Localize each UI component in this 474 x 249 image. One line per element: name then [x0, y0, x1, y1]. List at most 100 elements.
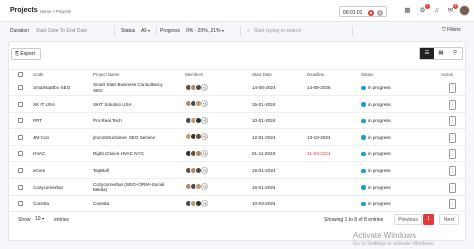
- more-members-badge[interactable]: +3: [201, 199, 208, 207]
- project-name-link[interactable]: SKIT Solution USA: [93, 102, 132, 108]
- row-actions-icon[interactable]: ⋮: [449, 149, 456, 160]
- more-members-badge[interactable]: +3: [201, 133, 208, 141]
- status-select[interactable]: in progress: [368, 102, 391, 107]
- calendar-icon[interactable]: ▦: [403, 6, 412, 16]
- column-header-members[interactable]: Members: [185, 72, 203, 77]
- table-row[interactable]: Cozycornerbar Cozycornerbar (SEO+ORM+Soci…: [9, 180, 465, 196]
- row-checkbox[interactable]: [18, 201, 23, 207]
- row-checkbox[interactable]: [18, 151, 23, 157]
- export-button-label: Export: [20, 51, 35, 57]
- status-dot-icon: [361, 85, 366, 90]
- user-avatar[interactable]: [459, 5, 470, 16]
- row-actions-icon[interactable]: ⋮: [449, 132, 456, 143]
- status-select[interactable]: in progress: [368, 135, 391, 140]
- row-checkbox[interactable]: [18, 118, 23, 124]
- search-box[interactable]: ⌕ Start typing to search: [247, 27, 343, 36]
- row-checkbox[interactable]: [18, 85, 23, 90]
- showing-entries-text: Showing 1 to 8 of 8 entries: [324, 217, 384, 223]
- row-actions-icon[interactable]: ⋮: [449, 199, 456, 210]
- breadcrumb[interactable]: Home > Projects: [40, 9, 71, 14]
- row-actions-icon[interactable]: ⋮: [449, 99, 456, 110]
- status-select[interactable]: in progress: [368, 85, 391, 90]
- table-row[interactable]: SK IT USA SKIT Solution USA +4 15-01-2024 in…: [9, 97, 465, 113]
- column-header-code[interactable]: Code: [33, 72, 44, 77]
- row-checkbox[interactable]: [18, 168, 23, 173]
- timer-widget[interactable]: 00:01:01 ■ ‖: [339, 6, 387, 17]
- duration-picker[interactable]: Start Date To End Date: [36, 28, 87, 34]
- column-header-project-name[interactable]: Project Name: [93, 72, 120, 77]
- list-view-icon[interactable]: ☰: [420, 48, 434, 59]
- status-select[interactable]: in progress: [368, 118, 391, 123]
- project-name-line: Right Choice HVAC NYC: [93, 151, 144, 157]
- start-date: 01-11-2023: [252, 151, 276, 157]
- more-members-badge[interactable]: +4: [201, 100, 208, 108]
- export-button[interactable]: ⎘ Export: [11, 48, 41, 60]
- calendar-view-icon[interactable]: ▦: [434, 48, 448, 59]
- project-name-line: SEO: [93, 87, 103, 93]
- status-select[interactable]: in progress: [368, 201, 391, 206]
- project-name-link[interactable]: TaqMall: [93, 168, 109, 174]
- more-members-badge[interactable]: +2: [201, 166, 208, 174]
- divider: [352, 26, 353, 36]
- pause-timer-icon[interactable]: ‖: [377, 9, 383, 16]
- column-header-start-date[interactable]: Start Date: [252, 72, 272, 77]
- table-row[interactable]: JM-Con jmconstructionec SEO Service +3 12-0…: [9, 130, 465, 146]
- row-actions-icon[interactable]: ⋮: [449, 166, 456, 176]
- start-date: 15-01-2024: [252, 101, 276, 107]
- more-members-badge[interactable]: +3: [201, 149, 208, 157]
- message-icon[interactable]: ✉ 6: [446, 4, 458, 16]
- project-name-link[interactable]: jmconstructionec SEO Service: [93, 135, 155, 141]
- settings-icon[interactable]: ⚙ 1: [418, 4, 430, 16]
- pin-icon[interactable]: ⚲: [448, 48, 462, 59]
- export-icon: ⎘: [15, 51, 20, 57]
- status-select[interactable]: in progress: [368, 151, 391, 156]
- project-code: Coresta: [33, 201, 50, 207]
- project-name-link[interactable]: Pro Real Tech: [93, 118, 122, 124]
- row-actions-icon[interactable]: ⋮: [449, 182, 456, 193]
- stop-timer-icon[interactable]: ■: [368, 9, 374, 16]
- column-header-deadline[interactable]: Deadline: [307, 72, 324, 77]
- start-date: 14-08-2024: [252, 85, 276, 90]
- status-dot-icon: [361, 185, 366, 190]
- status-select[interactable]: in progress: [368, 168, 391, 173]
- project-name-line: Coresta: [93, 201, 110, 207]
- status-select[interactable]: in progress: [368, 185, 391, 190]
- row-actions-icon[interactable]: ⋮: [449, 116, 456, 127]
- table-row[interactable]: HVAC Right Choice HVAC NYC +3 01-11-2023 31-…: [9, 146, 465, 163]
- project-name-link[interactable]: Cozycornerbar (SEO+ORM+Social Media): [93, 182, 164, 193]
- search-input[interactable]: Start typing to search: [254, 28, 301, 34]
- progress-select[interactable]: 0% - 20%, 21% ▾: [186, 28, 224, 37]
- row-checkbox[interactable]: [18, 134, 23, 140]
- project-name-line: Smart Start Business Consultancy: [93, 82, 163, 87]
- project-name-line: Pro Real Tech: [93, 118, 122, 124]
- more-members-badge[interactable]: +2: [201, 83, 208, 91]
- column-header-action: Action: [441, 72, 454, 77]
- project-name-link[interactable]: Coresta: [93, 201, 109, 207]
- next-page-button[interactable]: Next: [439, 214, 459, 225]
- row-actions-icon[interactable]: ⋮: [449, 83, 456, 93]
- project-name-link[interactable]: Right Choice HVAC NYC: [93, 151, 144, 157]
- filters-button-label: Filters: [447, 27, 461, 33]
- project-name-link[interactable]: Smart Start Business Consultancy SEO: [93, 82, 163, 93]
- status-select[interactable]: All ▾: [141, 28, 150, 37]
- table-row[interactable]: PRT Pro Real Tech +3 10-01-2024 in progress ⋮: [9, 113, 465, 130]
- filters-button[interactable]: ⛉ Filters: [442, 27, 461, 33]
- timer-value: 00:01:01: [343, 9, 363, 16]
- table-row[interactable]: Smartstartbc-SEO Smart Start Business Con…: [9, 80, 465, 96]
- status-label: Status: [121, 28, 136, 34]
- page-size-select[interactable]: 10 ▾: [35, 216, 51, 224]
- page-1-button[interactable]: 1: [423, 214, 434, 225]
- projects-card: ⎘ Export ☰ ▦ ⚲ Code Project Name Members…: [8, 41, 466, 241]
- row-checkbox[interactable]: [18, 184, 23, 190]
- previous-page-button[interactable]: Previous: [394, 214, 422, 225]
- more-members-badge[interactable]: +3: [201, 183, 208, 191]
- status-dot-icon: [361, 135, 366, 140]
- bell-icon[interactable]: ♫: [432, 6, 441, 16]
- select-all-checkbox[interactable]: [18, 72, 23, 77]
- table-row[interactable]: Coresta Coresta +3 10-03-2024 in progress ⋮: [9, 196, 465, 213]
- row-checkbox[interactable]: [18, 101, 23, 107]
- table-row[interactable]: eCom TaqMall +2 15-01-2024 in progress ⋮: [9, 163, 465, 179]
- more-members-badge[interactable]: +3: [201, 116, 208, 124]
- column-header-status[interactable]: Status: [361, 72, 373, 77]
- project-name-line: SKIT Solution USA: [93, 101, 132, 107]
